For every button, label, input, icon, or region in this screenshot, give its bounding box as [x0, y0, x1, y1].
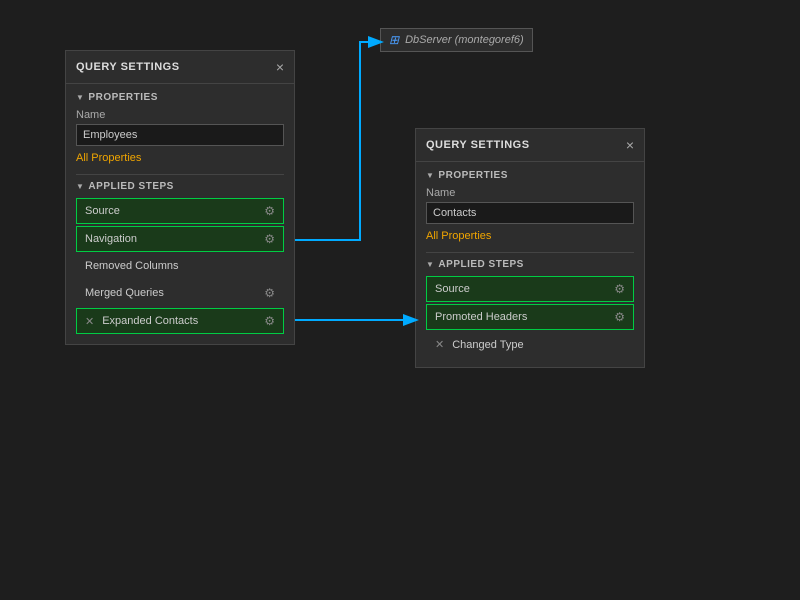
right-all-properties-link[interactable]: All Properties	[426, 230, 634, 242]
right-properties-header: ▼ PROPERTIES	[426, 170, 634, 181]
step-gear-icon[interactable]: ⚙	[264, 286, 275, 300]
step-gear-icon[interactable]: ⚙	[264, 232, 275, 246]
right-applied-steps: ▼ APPLIED STEPS Source ⚙ Promoted Headers ⚙…	[426, 259, 634, 357]
step-left: Navigation	[85, 233, 137, 245]
step-label: Promoted Headers	[435, 311, 527, 323]
step-error-icon: ✕	[435, 338, 444, 351]
step-left: Source	[435, 283, 470, 295]
db-icon: ⊞	[389, 33, 399, 47]
step-gear-icon[interactable]: ⚙	[614, 282, 625, 296]
step-label: Merged Queries	[85, 287, 164, 299]
left-steps-label: APPLIED STEPS	[88, 181, 173, 192]
right-name-input[interactable]	[426, 202, 634, 224]
step-left: ✕ Expanded Contacts	[85, 315, 198, 328]
left-divider	[76, 174, 284, 175]
step-left: Source	[85, 205, 120, 217]
step-left: Promoted Headers	[435, 311, 527, 323]
db-server-text: DbServer (montegoref6)	[405, 34, 524, 46]
step-label: Navigation	[85, 233, 137, 245]
left-applied-steps: ▼ APPLIED STEPS Source ⚙ Navigation ⚙ Remove…	[76, 181, 284, 334]
left-panel-header: QUERY SETTINGS ×	[66, 51, 294, 84]
step-label: Removed Columns	[85, 260, 179, 272]
right-divider	[426, 252, 634, 253]
left-steps-header: ▼ APPLIED STEPS	[76, 181, 284, 192]
right-panel-header: QUERY SETTINGS ×	[416, 129, 644, 162]
left-steps-triangle: ▼	[76, 182, 84, 191]
left-name-input[interactable]	[76, 124, 284, 146]
left-name-label: Name	[76, 109, 284, 121]
right-properties-triangle: ▼	[426, 171, 434, 180]
right-name-label: Name	[426, 187, 634, 199]
step-item[interactable]: Source ⚙	[76, 198, 284, 224]
step-item[interactable]: ✕ Changed Type	[426, 332, 634, 357]
right-query-settings-panel: QUERY SETTINGS × ▼ PROPERTIES Name All P…	[415, 128, 645, 368]
right-panel-body: ▼ PROPERTIES Name All Properties ▼ APPLI…	[416, 162, 644, 367]
step-gear-icon[interactable]: ⚙	[264, 204, 275, 218]
step-left: Merged Queries	[85, 287, 164, 299]
step-left: ✕ Changed Type	[435, 338, 524, 351]
db-server-label: ⊞ DbServer (montegoref6)	[380, 28, 533, 52]
right-steps-container: Source ⚙ Promoted Headers ⚙ ✕ Changed Type	[426, 276, 634, 357]
step-item[interactable]: Promoted Headers ⚙	[426, 304, 634, 330]
left-panel-title: QUERY SETTINGS	[76, 61, 180, 73]
left-close-button[interactable]: ×	[276, 59, 284, 75]
right-properties-label: PROPERTIES	[438, 170, 507, 181]
step-gear-icon[interactable]: ⚙	[614, 310, 625, 324]
right-steps-triangle: ▼	[426, 260, 434, 269]
left-properties-label: PROPERTIES	[88, 92, 157, 103]
left-panel-body: ▼ PROPERTIES Name All Properties ▼ APPLI…	[66, 84, 294, 344]
right-steps-label: APPLIED STEPS	[438, 259, 523, 270]
arrow-to-db	[295, 42, 380, 240]
step-gear-icon[interactable]: ⚙	[264, 314, 275, 328]
step-item[interactable]: Merged Queries ⚙	[76, 280, 284, 306]
step-item[interactable]: Source ⚙	[426, 276, 634, 302]
left-all-properties-link[interactable]: All Properties	[76, 152, 284, 164]
step-label: Source	[85, 205, 120, 217]
step-left: Removed Columns	[85, 260, 179, 272]
step-label: Source	[435, 283, 470, 295]
left-steps-container: Source ⚙ Navigation ⚙ Removed Columns Merged …	[76, 198, 284, 334]
step-item[interactable]: ✕ Expanded Contacts ⚙	[76, 308, 284, 334]
left-query-settings-panel: QUERY SETTINGS × ▼ PROPERTIES Name All P…	[65, 50, 295, 345]
step-item[interactable]: Removed Columns	[76, 254, 284, 278]
step-error-icon: ✕	[85, 315, 94, 328]
left-properties-triangle: ▼	[76, 93, 84, 102]
right-panel-title: QUERY SETTINGS	[426, 139, 530, 151]
step-item[interactable]: Navigation ⚙	[76, 226, 284, 252]
left-properties-header: ▼ PROPERTIES	[76, 92, 284, 103]
step-label: Expanded Contacts	[102, 315, 198, 327]
step-label: Changed Type	[452, 339, 523, 351]
right-close-button[interactable]: ×	[626, 137, 634, 153]
right-steps-header: ▼ APPLIED STEPS	[426, 259, 634, 270]
